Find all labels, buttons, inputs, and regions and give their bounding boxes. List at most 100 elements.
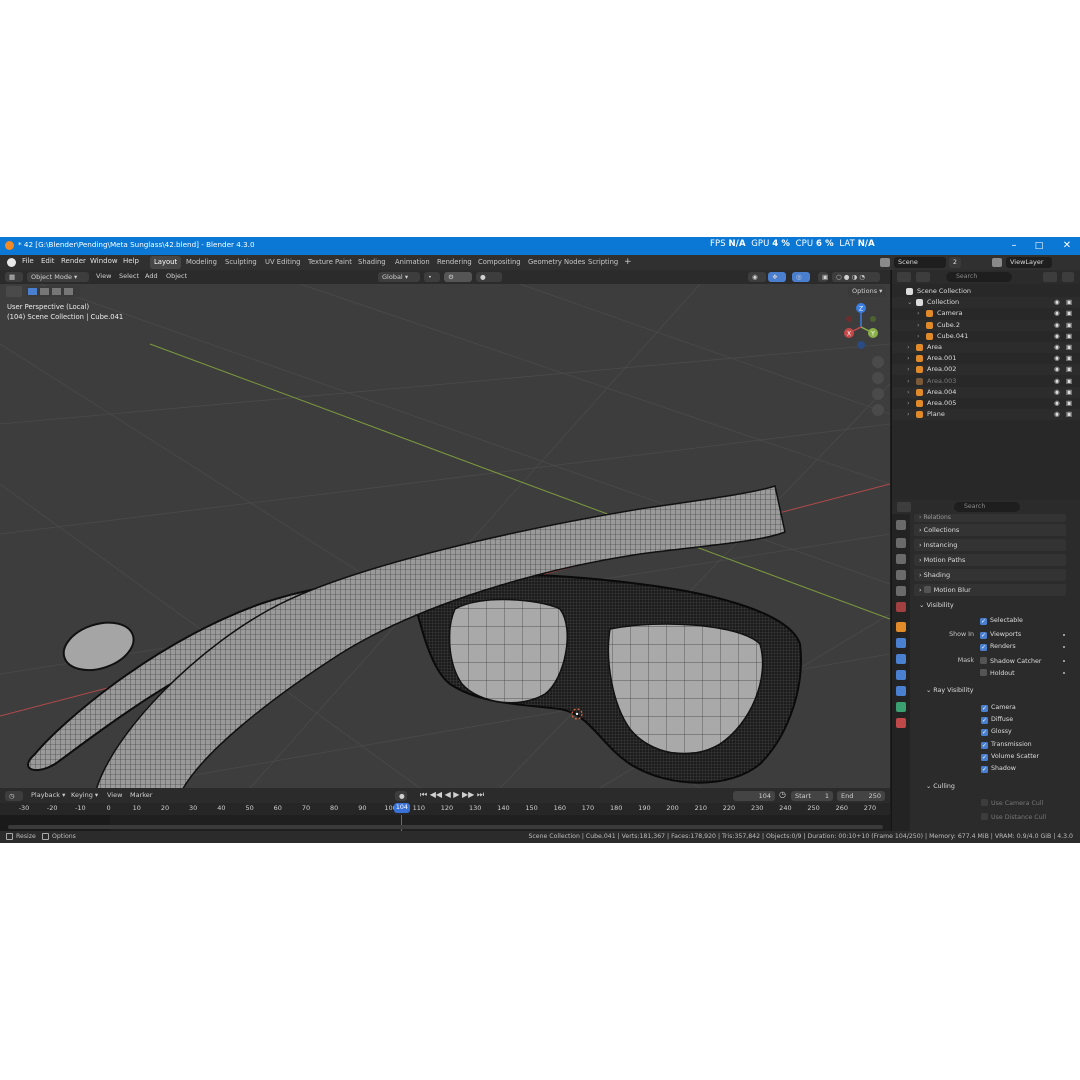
particles-tab-icon[interactable] <box>896 654 906 664</box>
render-camera-icon[interactable]: ▣ <box>1066 365 1072 373</box>
menu-add[interactable]: Add <box>145 272 158 282</box>
maximize-icon[interactable]: □ <box>1028 237 1050 255</box>
render-camera-icon[interactable]: ▣ <box>1066 410 1072 418</box>
data-tab-icon[interactable] <box>896 702 906 712</box>
object-tab-icon[interactable] <box>896 622 906 632</box>
eye-icon[interactable]: ◉ <box>1054 410 1060 418</box>
start-frame-field[interactable]: Start 1 <box>791 791 833 801</box>
outliner-row[interactable]: › Camera ◉ ▣ <box>892 308 1080 319</box>
tab-rendering[interactable]: Rendering <box>433 256 476 269</box>
zoom-icon[interactable] <box>872 356 884 368</box>
render-camera-icon[interactable]: ▣ <box>1066 354 1072 362</box>
section-motion-blur[interactable]: › Motion Blur <box>914 584 1066 596</box>
chevron-right-icon[interactable]: › <box>907 377 910 385</box>
timeline-track[interactable] <box>0 815 890 831</box>
select-box-extend-icon[interactable] <box>40 288 49 295</box>
ortho-grid-icon[interactable] <box>872 404 884 416</box>
gizmo-toggle-icon[interactable]: ❖ <box>768 272 786 282</box>
clock-icon[interactable]: ◷ <box>779 790 786 800</box>
keyframe-dot-icon[interactable] <box>1063 672 1065 674</box>
outliner-row[interactable]: › Area.005 ◉ ▣ <box>892 398 1080 409</box>
use-camera-cull-checkbox[interactable]: Use Camera Cull <box>981 799 1043 807</box>
ray-shadow-checkbox[interactable]: ✓ Shadow <box>981 765 1016 773</box>
render-camera-icon[interactable]: ▣ <box>1066 377 1072 385</box>
render-tab-icon[interactable] <box>896 538 906 548</box>
select-box-new-icon[interactable] <box>28 288 37 295</box>
chevron-right-icon[interactable]: › <box>907 410 910 418</box>
modifier-tab-icon[interactable] <box>896 638 906 648</box>
render-camera-icon[interactable]: ▣ <box>1066 332 1072 340</box>
material-tab-icon[interactable] <box>896 718 906 728</box>
select-tool-icon[interactable] <box>6 286 22 297</box>
ray-diffuse-checkbox[interactable]: ✓ Diffuse <box>981 716 1013 724</box>
minimize-icon[interactable]: – <box>1003 237 1025 255</box>
properties-search-input[interactable]: Search <box>954 502 1020 512</box>
options-button[interactable]: Options ▾ <box>848 286 887 297</box>
motion-blur-checkbox[interactable] <box>923 586 931 593</box>
viewports-checkbox[interactable]: ✓ Viewports <box>980 631 1021 639</box>
section-motion-paths[interactable]: › Motion Paths <box>914 554 1066 566</box>
gizmo-neg-x-icon[interactable] <box>846 316 852 322</box>
tab-layout[interactable]: Layout <box>150 256 182 269</box>
selectable-checkbox[interactable]: ✓ Selectable <box>980 617 1023 625</box>
chevron-right-icon[interactable]: › <box>917 321 920 329</box>
timeline-editor-icon[interactable]: ◷ <box>5 791 23 801</box>
tool-tab-icon[interactable] <box>896 520 906 530</box>
chevron-right-icon[interactable]: › <box>907 388 910 396</box>
snap-icon[interactable]: ⚙ <box>444 272 472 282</box>
shading-mode-icons[interactable]: ○ ● ◑ ◔ <box>832 272 880 282</box>
eye-icon[interactable]: ◉ <box>1054 298 1060 306</box>
chevron-right-icon[interactable]: › <box>907 354 910 362</box>
output-tab-icon[interactable] <box>896 554 906 564</box>
keyframe-dot-icon[interactable] <box>1063 660 1065 662</box>
add-workspace-button[interactable]: + <box>620 255 636 268</box>
menu-render[interactable]: Render <box>61 257 86 265</box>
render-camera-icon[interactable]: ▣ <box>1066 321 1072 329</box>
outliner-row[interactable]: › Cube.041 ◉ ▣ <box>892 331 1080 342</box>
playhead[interactable]: 104 <box>393 803 410 813</box>
scene-selector[interactable]: Scene <box>894 257 946 268</box>
tab-modeling[interactable]: Modeling <box>182 256 221 269</box>
camera-view-icon[interactable] <box>872 388 884 400</box>
end-frame-field[interactable]: End 250 <box>837 791 885 801</box>
menu-edit[interactable]: Edit <box>41 257 55 265</box>
filter-icon[interactable] <box>1043 272 1057 282</box>
current-frame-field[interactable]: 104 <box>733 791 775 801</box>
ray-camera-checkbox[interactable]: ✓ Camera <box>981 704 1016 712</box>
section-ray-visibility[interactable]: ⌄ Ray Visibility <box>926 687 974 694</box>
ray-glossy-checkbox[interactable]: ✓ Glossy <box>981 728 1012 736</box>
outliner-row[interactable]: Scene Collection <box>892 286 1080 297</box>
eye-icon[interactable]: ◉ <box>1054 309 1060 317</box>
keyframe-dot-icon[interactable] <box>1063 634 1065 636</box>
holdout-checkbox[interactable]: Holdout <box>980 669 1015 677</box>
shadow-catcher-checkbox[interactable]: Shadow Catcher <box>980 657 1042 665</box>
outliner-row[interactable]: › Cube.2 ◉ ▣ <box>892 319 1080 331</box>
close-icon[interactable]: ✕ <box>1056 237 1078 255</box>
section-relations[interactable]: › Relations <box>914 514 1066 522</box>
use-distance-cull-checkbox[interactable]: Use Distance Cull <box>981 813 1046 821</box>
tab-geometry-nodes[interactable]: Geometry Nodes <box>524 256 589 269</box>
section-instancing[interactable]: › Instancing <box>914 539 1066 551</box>
tab-compositing[interactable]: Compositing <box>474 256 525 269</box>
view-layer-tab-icon[interactable] <box>896 570 906 580</box>
tab-scripting[interactable]: Scripting <box>584 256 622 269</box>
xray-toggle-icon[interactable]: ▣ <box>818 272 828 282</box>
new-collection-icon[interactable] <box>1062 272 1074 282</box>
viewport-scene[interactable]: Z Y X <box>0 284 890 788</box>
eye-icon[interactable]: ◉ <box>1054 343 1060 351</box>
eye-icon[interactable]: ◉ <box>1054 365 1060 373</box>
render-camera-icon[interactable]: ▣ <box>1066 388 1072 396</box>
eye-icon[interactable]: ◉ <box>1054 377 1060 385</box>
playback-controls[interactable]: ⏮ ◀◀ ◀ ▶ ▶▶ ⏭ <box>420 790 484 800</box>
renders-checkbox[interactable]: ✓ Renders <box>980 643 1016 651</box>
select-box-subtract-icon[interactable] <box>52 288 61 295</box>
outliner-row[interactable]: ⌄ Collection ◉ ▣ <box>892 297 1080 309</box>
chevron-right-icon[interactable]: › <box>907 399 910 407</box>
auto-keying-icon[interactable]: ● <box>395 791 407 801</box>
select-mode-icons[interactable] <box>26 286 80 297</box>
section-culling[interactable]: ⌄ Culling <box>926 783 955 790</box>
view-layer-icon[interactable] <box>992 258 1002 267</box>
scene-icon[interactable] <box>880 258 890 267</box>
menu-window[interactable]: Window <box>90 257 118 265</box>
proportional-edit-icon[interactable]: ● <box>476 272 502 282</box>
